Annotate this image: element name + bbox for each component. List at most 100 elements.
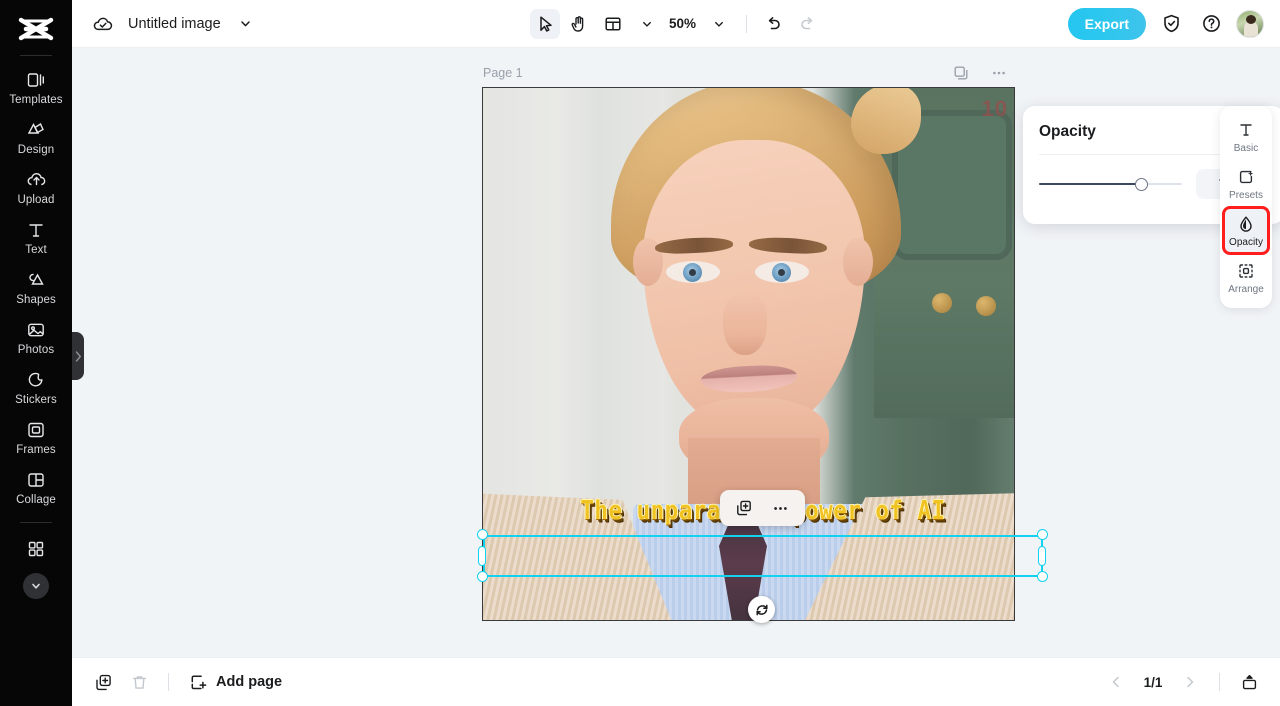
sidebar-bottom	[0, 516, 72, 599]
portrait-nose	[723, 293, 767, 355]
design-icon	[25, 119, 47, 141]
portrait-photo[interactable]: 10	[483, 88, 1014, 620]
right-tool-opacity[interactable]: Opacity	[1222, 206, 1270, 255]
right-tool-label-basic: Basic	[1233, 143, 1259, 154]
page-header-actions	[946, 58, 1014, 88]
sidebar-label-shapes: Shapes	[16, 294, 56, 306]
sidebar-label-collage: Collage	[16, 494, 56, 506]
sidebar-item-photos[interactable]: Photos	[0, 312, 72, 362]
hand-tool-button[interactable]	[564, 9, 594, 39]
capcut-logo[interactable]	[14, 12, 58, 46]
sidebar-collapse-handle[interactable]	[72, 332, 84, 380]
collage-icon	[25, 469, 47, 491]
right-tool-arrange[interactable]: Arrange	[1224, 255, 1268, 300]
bottombar-divider	[168, 673, 169, 691]
page-more-icon[interactable]	[984, 58, 1014, 88]
page-header: Page 1	[483, 62, 1014, 84]
document-title[interactable]: Untitled image	[128, 16, 221, 32]
bottombar-left-group: Add page	[88, 667, 288, 697]
sidebar-item-collage[interactable]: Collage	[0, 462, 72, 512]
machine-red-text: 10	[981, 96, 1008, 121]
sidebar-label-design: Design	[17, 144, 55, 156]
shapes-icon	[25, 269, 47, 291]
text-t-icon	[1236, 120, 1256, 140]
opacity-slider-fill	[1039, 183, 1142, 185]
sidebar-items: Templates Design Upload Text Shapes Phot…	[0, 62, 72, 512]
user-avatar[interactable]	[1236, 9, 1264, 38]
layout-tool-button[interactable]	[598, 9, 628, 39]
cloud-check-icon[interactable]	[88, 9, 118, 39]
present-button[interactable]	[1234, 667, 1264, 697]
layout-chevron-icon[interactable]	[632, 9, 662, 39]
machine-knob-1	[932, 293, 952, 313]
selection-handle-right[interactable]	[1038, 546, 1046, 566]
sidebar-item-upload[interactable]: Upload	[0, 162, 72, 212]
opacity-panel-title: Opacity	[1039, 123, 1096, 140]
portrait-eye-right	[755, 261, 809, 283]
sidebar-label-photos: Photos	[17, 344, 55, 356]
sidebar-item-stickers[interactable]: Stickers	[0, 362, 72, 412]
undo-button[interactable]	[759, 9, 789, 39]
duplicate-add-icon[interactable]	[729, 493, 759, 523]
main-body: Untitled image 50% Export Page 1 10 The …	[72, 0, 1280, 706]
sidebar-item-templates[interactable]: Templates	[0, 62, 72, 112]
right-tool-presets[interactable]: Presets	[1224, 161, 1268, 206]
sidebar-label-templates: Templates	[9, 94, 63, 106]
add-page-label: Add page	[216, 674, 283, 690]
selection-handle-bottom-left[interactable]	[477, 571, 488, 582]
right-tool-basic[interactable]: Basic	[1224, 114, 1268, 159]
sidebar-item-shapes[interactable]: Shapes	[0, 262, 72, 312]
sidebar-item-text[interactable]: Text	[0, 212, 72, 262]
sidebar-expand-button[interactable]	[23, 573, 49, 599]
prev-page-button[interactable]	[1101, 667, 1131, 697]
selection-handle-top-right[interactable]	[1037, 529, 1048, 540]
chevron-down-icon[interactable]	[231, 9, 261, 39]
portrait-ear-right	[843, 238, 873, 286]
bottom-toolbar: Add page 1/1	[72, 657, 1280, 706]
arrange-icon	[1236, 261, 1256, 281]
export-button[interactable]: Export	[1067, 7, 1146, 40]
bottombar-right-group: 1/1	[1101, 667, 1264, 697]
text-t-icon	[25, 219, 47, 241]
sidebar-item-frames[interactable]: Frames	[0, 412, 72, 462]
right-tool-panel: Basic Presets Opacity Arrange	[1220, 106, 1272, 308]
opacity-slider[interactable]	[1039, 176, 1182, 192]
sidebar-item-more[interactable]	[0, 531, 72, 566]
duplicate-page-button[interactable]	[88, 667, 118, 697]
sidebar-item-design[interactable]: Design	[0, 112, 72, 162]
photo-icon	[25, 319, 47, 341]
right-tool-label-presets: Presets	[1229, 190, 1263, 201]
artboard[interactable]: 10 The unparalled power of AI	[483, 88, 1014, 620]
select-tool-button[interactable]	[529, 8, 560, 39]
duplicate-page-icon[interactable]	[946, 58, 976, 88]
sidebar-divider-top	[20, 55, 52, 56]
sidebar-divider-bottom	[20, 522, 52, 523]
sidebar-label-stickers: Stickers	[15, 394, 57, 406]
element-floating-toolbar	[720, 490, 805, 526]
canvas-workspace: Page 1 10 The unparalled power of AI Opa…	[72, 48, 1280, 657]
templates-icon	[25, 69, 47, 91]
toolbar-divider	[745, 14, 747, 33]
sidebar-label-text: Text	[25, 244, 47, 256]
sidebar-label-upload: Upload	[17, 194, 55, 206]
zoom-chevron-icon[interactable]	[704, 9, 734, 39]
delete-page-button[interactable]	[124, 667, 154, 697]
add-page-button[interactable]: Add page	[183, 669, 288, 696]
selection-handle-top-left[interactable]	[477, 529, 488, 540]
right-tool-label-arrange: Arrange	[1228, 284, 1264, 295]
next-page-button[interactable]	[1175, 667, 1205, 697]
redo-button[interactable]	[793, 9, 823, 39]
presets-star-icon	[1236, 167, 1256, 187]
frames-icon	[25, 419, 47, 441]
upload-cloud-icon	[25, 169, 47, 191]
opacity-slider-knob[interactable]	[1135, 177, 1149, 191]
zoom-level-value[interactable]: 50%	[666, 16, 700, 31]
right-tool-label-opacity: Opacity	[1229, 237, 1263, 248]
element-more-icon[interactable]	[766, 493, 796, 523]
selection-handle-bottom-right[interactable]	[1037, 571, 1048, 582]
bottombar-divider-right	[1219, 673, 1220, 691]
shield-check-icon[interactable]	[1156, 9, 1186, 39]
question-circle-icon[interactable]	[1196, 9, 1226, 39]
selection-handle-left[interactable]	[478, 546, 486, 566]
rotate-handle[interactable]	[748, 596, 775, 623]
